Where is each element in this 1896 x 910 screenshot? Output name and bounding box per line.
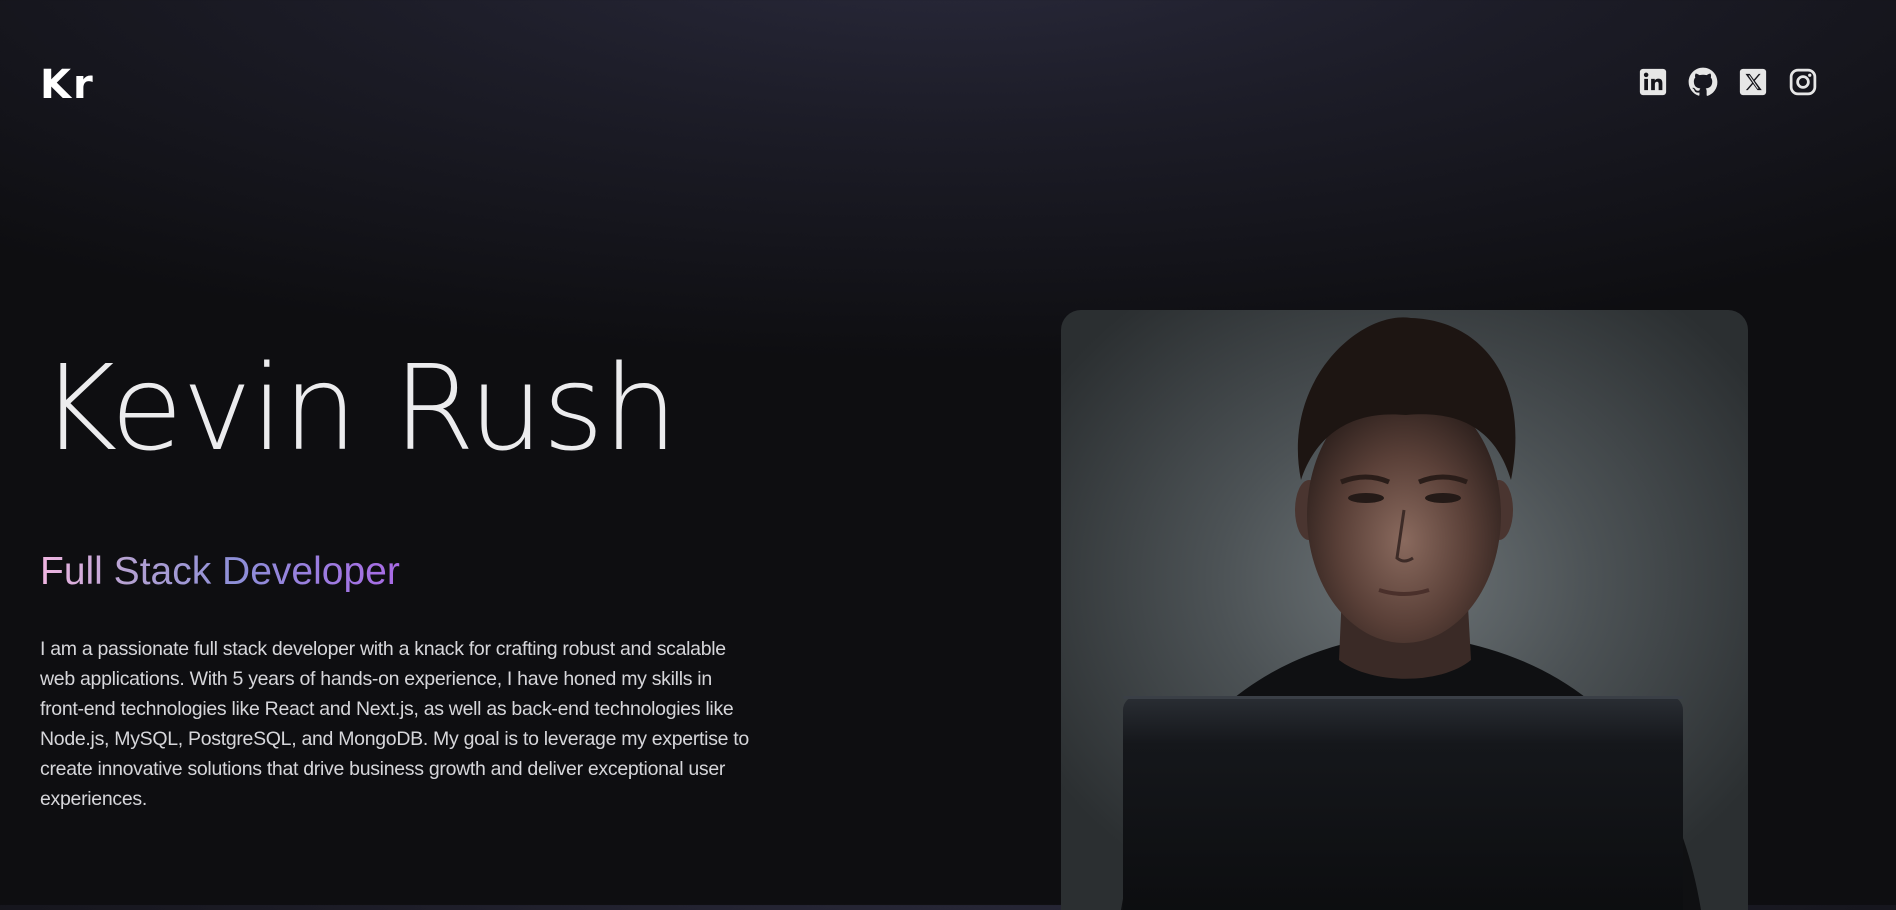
github-icon [1688,67,1718,96]
github-link[interactable] [1688,67,1718,97]
hero-bio: I am a passionate full stack developer w… [40,638,749,810]
instagram-link[interactable] [1788,67,1818,97]
x-twitter-icon [1739,68,1767,96]
hero-name: Kevin Rush [40,339,678,477]
instagram-icon [1789,68,1817,96]
x-twitter-link[interactable] [1738,67,1768,97]
profile-photo-illustration [1121,317,1701,910]
logo-home-link[interactable]: Kr [40,62,95,108]
linkedin-icon [1639,68,1667,96]
profile-photo [1061,310,1748,910]
linkedin-link[interactable] [1638,67,1668,97]
hero-role: Full Stack Developer [40,548,400,596]
social-links [1638,67,1818,97]
